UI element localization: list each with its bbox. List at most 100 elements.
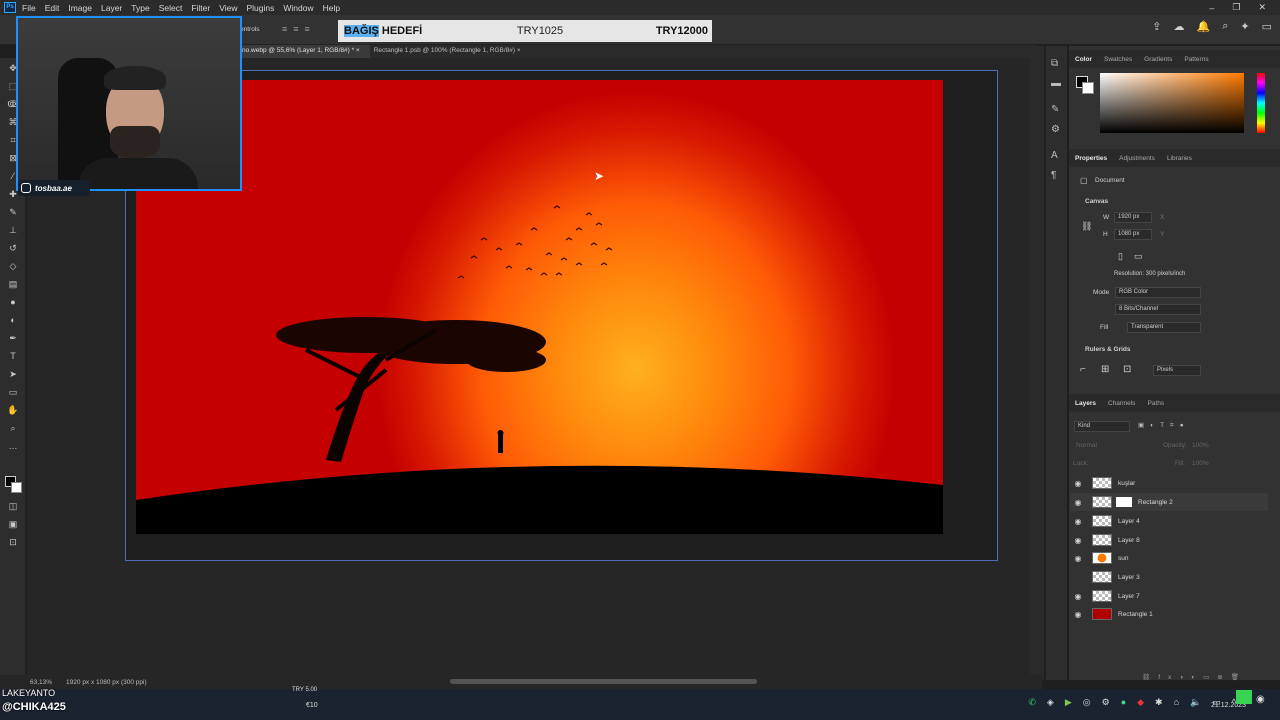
share-icon[interactable]: ⇪ [1152,20,1161,33]
layer-row[interactable]: ◉ sun [1070,549,1268,567]
eye-icon[interactable]: ◉ [1070,536,1086,545]
red-app-icon[interactable]: ◆ [1137,697,1144,708]
layer-row[interactable]: ◉ Rectangle 2 [1070,493,1268,511]
menu-window[interactable]: Window [283,3,313,13]
landscape-icon[interactable]: ▭ [1134,251,1143,262]
mode-select[interactable]: RGB Color [1115,287,1201,298]
path-select-icon[interactable]: ➤ [6,368,20,381]
scrollbar-vertical[interactable] [1030,46,1044,680]
network-icon[interactable]: ⌂ [1174,697,1179,708]
more-tools-icon[interactable]: … [6,440,20,453]
layer-row[interactable]: Layer 3 [1070,568,1268,586]
fill-opacity-value[interactable]: 100% [1192,460,1209,467]
layer-row[interactable]: ◉ Layer 7 [1070,587,1268,605]
close-tab-icon[interactable]: × [517,47,521,54]
background-swatch[interactable] [1082,82,1094,94]
menu-filter[interactable]: Filter [191,3,210,13]
tab-layers[interactable]: Layers [1075,400,1096,407]
layer-row[interactable]: ◉ Layer 8 [1070,531,1268,549]
layer-row[interactable]: ◉ Layer 4 [1070,512,1268,530]
menu-layer[interactable]: Layer [101,3,122,13]
close-button[interactable]: ✕ [1258,2,1266,13]
type-tool-icon[interactable]: T [6,350,20,363]
whatsapp-icon[interactable]: ✆ [1028,697,1036,708]
layer-row[interactable]: ◉ kuşlar [1070,474,1268,492]
layer-actions-icons[interactable]: ⛓fx◑◐▭⊕🗑 [1142,673,1247,681]
cloud-icon[interactable]: ☁ [1174,20,1185,33]
eye-icon[interactable]: ◉ [1070,479,1086,488]
rulers-grids-heading[interactable]: Rulers & Grids [1085,346,1131,353]
restore-button[interactable]: ❐ [1232,2,1240,13]
fill-select[interactable]: Transparent [1127,322,1201,333]
minimize-button[interactable]: – [1209,3,1214,13]
discover-icon[interactable]: ✦ [1240,20,1249,33]
workspace-icon[interactable]: ▭ [1262,20,1272,33]
height-field[interactable]: 1080 px [1114,229,1152,240]
tab-adjustments[interactable]: Adjustments [1119,155,1155,162]
link-icon[interactable]: ⛓ [1081,221,1092,232]
dodge-tool-icon[interactable]: ◐ [6,314,20,327]
bluetooth-icon[interactable]: ✱ [1155,697,1163,708]
hand-tool-icon[interactable]: ✋ [6,404,20,417]
tab-document-2[interactable]: Rectangle 1.psb @ 100% (Rectangle 1, RGB… [370,45,531,58]
history-brush-icon[interactable]: ↺ [6,242,20,255]
eraser-tool-icon[interactable]: ◇ [6,260,20,273]
menu-image[interactable]: Image [68,3,92,13]
tab-swatches[interactable]: Swatches [1104,56,1132,63]
gear-icon[interactable]: ⚙ [1102,697,1110,708]
layer-row[interactable]: ◉ Rectangle 1 [1070,605,1268,623]
stamp-tool-icon[interactable]: ⊥ [6,224,20,237]
notification-icon[interactable]: ◉ [1256,694,1265,705]
edit-toolbar-icon[interactable]: ⊡ [6,536,20,549]
document-info[interactable]: 1920 px x 1080 px (300 ppi) [66,679,147,686]
width-field[interactable]: 1920 px [1114,212,1152,223]
brush-tool-icon[interactable]: ✎ [6,206,20,219]
menu-file[interactable]: File [22,3,36,13]
ruler-icon[interactable]: ⌐ [1080,364,1086,375]
menu-help[interactable]: Help [323,3,340,13]
menu-plugins[interactable]: Plugins [246,3,274,13]
play-icon[interactable]: ▶ [1065,697,1072,708]
guides-icon[interactable]: ⊡ [1123,364,1131,375]
menu-edit[interactable]: Edit [45,3,60,13]
comments-panel-icon[interactable]: ▬ [1051,78,1061,89]
hue-slider[interactable] [1257,73,1265,133]
tab-patterns[interactable]: Patterns [1184,56,1208,63]
grid-icon[interactable]: ⊞ [1101,364,1109,375]
volume-icon[interactable]: 🔈 [1190,697,1201,708]
tab-paths[interactable]: Paths [1147,400,1164,407]
scrollbar-horizontal[interactable] [450,679,757,684]
menu-view[interactable]: View [219,3,237,13]
eye-icon[interactable]: ◉ [1070,498,1086,507]
green-status-icon[interactable]: ● [1121,697,1126,708]
adjustments-panel-icon[interactable]: ⚙ [1051,124,1060,135]
eye-icon[interactable]: ◉ [1070,517,1086,526]
quick-mask-icon[interactable]: ◫ [6,500,20,513]
rectangle-tool-icon[interactable]: ▭ [6,386,20,399]
layer-filter-select[interactable]: Kind [1074,421,1130,432]
blur-tool-icon[interactable]: ● [6,296,20,309]
zoom-tool-icon[interactable]: ⌕ [6,422,20,435]
screen-mode-icon[interactable]: ▣ [6,518,20,531]
menu-select[interactable]: Select [159,3,183,13]
menu-type[interactable]: Type [131,3,149,13]
transform-controls-label[interactable]: ontrols [240,26,260,33]
canvas-heading[interactable]: Canvas [1085,198,1108,205]
gradient-tool-icon[interactable]: ▤ [6,278,20,291]
layer-filter-icons[interactable]: ▣◐T⌗● [1138,421,1190,430]
tab-channels[interactable]: Channels [1108,400,1135,407]
eye-icon[interactable]: ◉ [1070,610,1086,619]
bell-icon[interactable]: 🔔 [1197,20,1211,33]
layer-mask-thumbnail[interactable] [1116,497,1132,507]
character-panel-icon[interactable]: A [1051,150,1058,161]
close-tab-icon[interactable]: × [356,47,360,54]
photoshop-logo-icon[interactable]: Ps [4,2,16,13]
pen-tool-icon[interactable]: ✒ [6,332,20,345]
align-icons[interactable]: ≡≡≡ [282,24,316,34]
background-color-swatch[interactable] [11,482,22,493]
search-icon[interactable]: ⌕ [1222,20,1228,33]
tab-gradients[interactable]: Gradients [1144,56,1172,63]
tray-app-icon[interactable]: ◈ [1047,697,1054,708]
paragraph-panel-icon[interactable]: ¶ [1051,170,1056,181]
eye-icon[interactable]: ◉ [1070,554,1086,563]
